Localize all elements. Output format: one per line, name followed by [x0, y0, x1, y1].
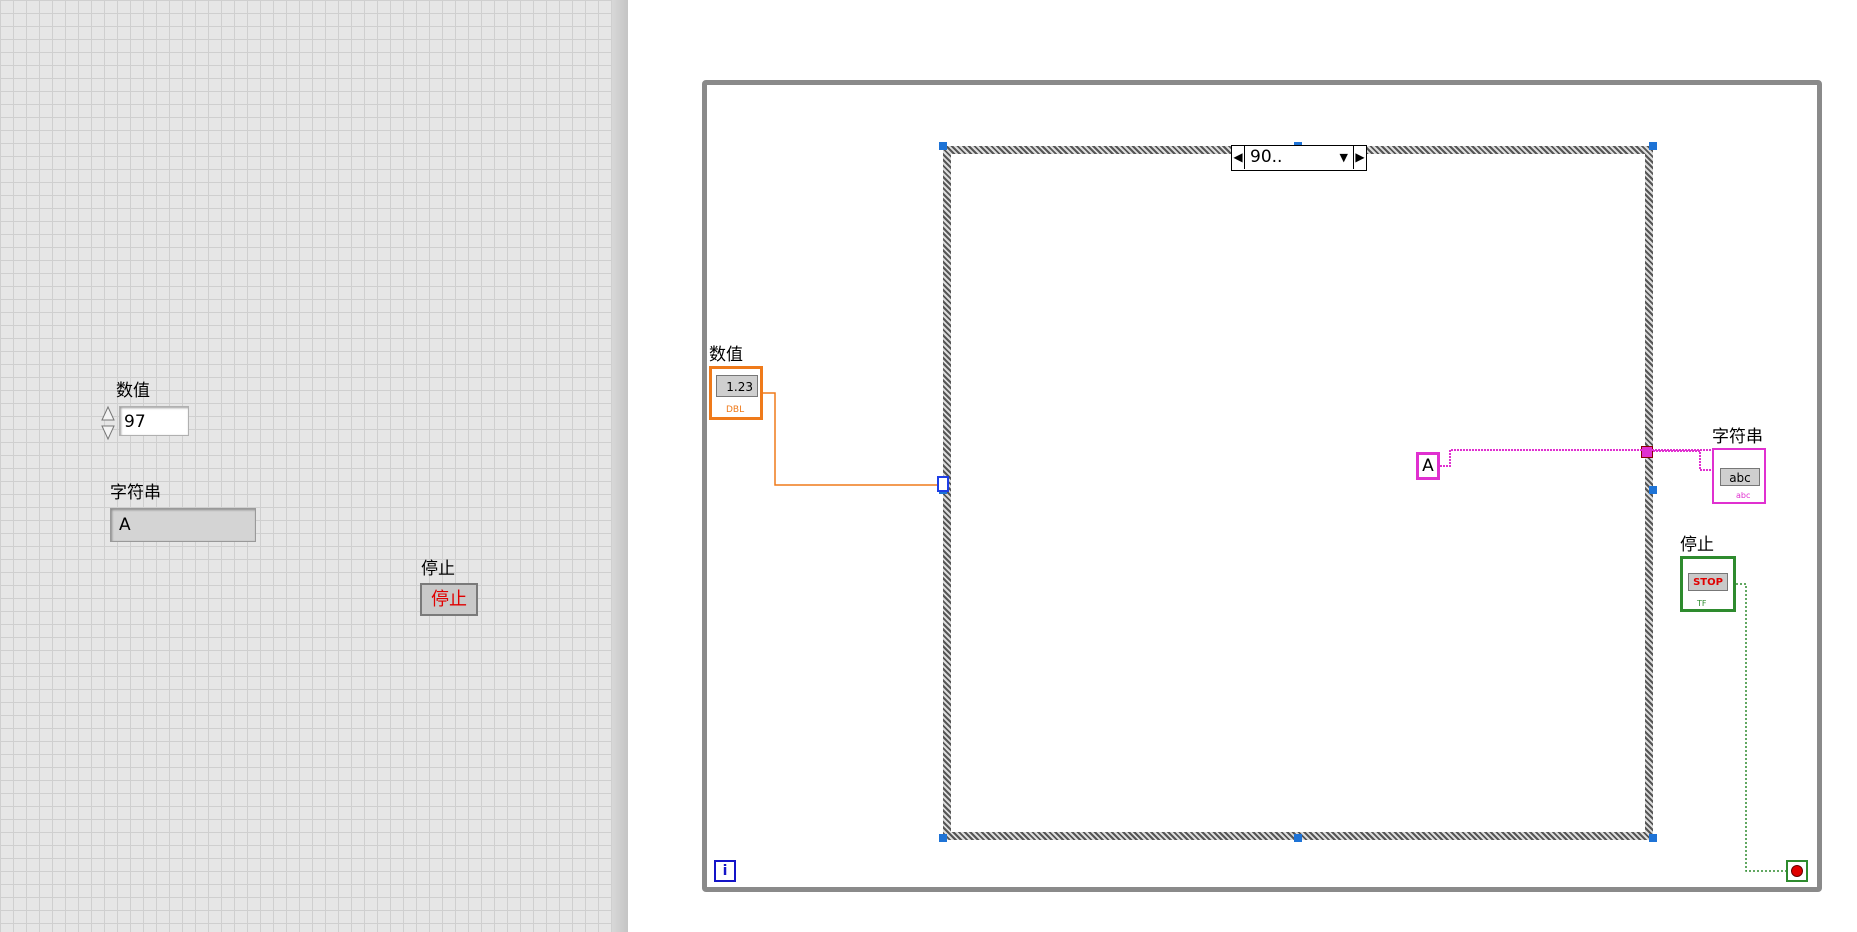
stop-terminal-label: 停止: [1680, 535, 1714, 555]
string-terminal-text: abc: [1720, 468, 1760, 486]
stop-terminal-text: STOP: [1688, 573, 1728, 591]
boolean-type-label: TF: [1697, 599, 1707, 608]
stop-if-true-icon: [1791, 865, 1803, 877]
string-type-label: abc: [1736, 491, 1751, 500]
numeric-wire: [763, 392, 937, 486]
string-wire-out: [1653, 450, 1712, 471]
numeric-control-terminal[interactable]: 1.23 DBL: [709, 366, 763, 420]
numeric-terminal-text: 1.23: [716, 375, 758, 397]
string-wire: [1440, 449, 1712, 467]
string-constant[interactable]: A: [1416, 452, 1440, 480]
dbl-type-label: DBL: [726, 405, 745, 415]
numeric-terminal-label: 数值: [709, 345, 743, 365]
iteration-terminal[interactable]: i: [714, 860, 736, 882]
loop-condition-terminal[interactable]: [1786, 860, 1808, 882]
boolean-wire: [1736, 583, 1786, 872]
wires: [763, 392, 1786, 872]
string-terminal-label: 字符串: [1712, 427, 1763, 447]
string-indicator-terminal[interactable]: abc abc: [1712, 448, 1766, 504]
stop-control-terminal[interactable]: STOP TF: [1680, 556, 1736, 612]
